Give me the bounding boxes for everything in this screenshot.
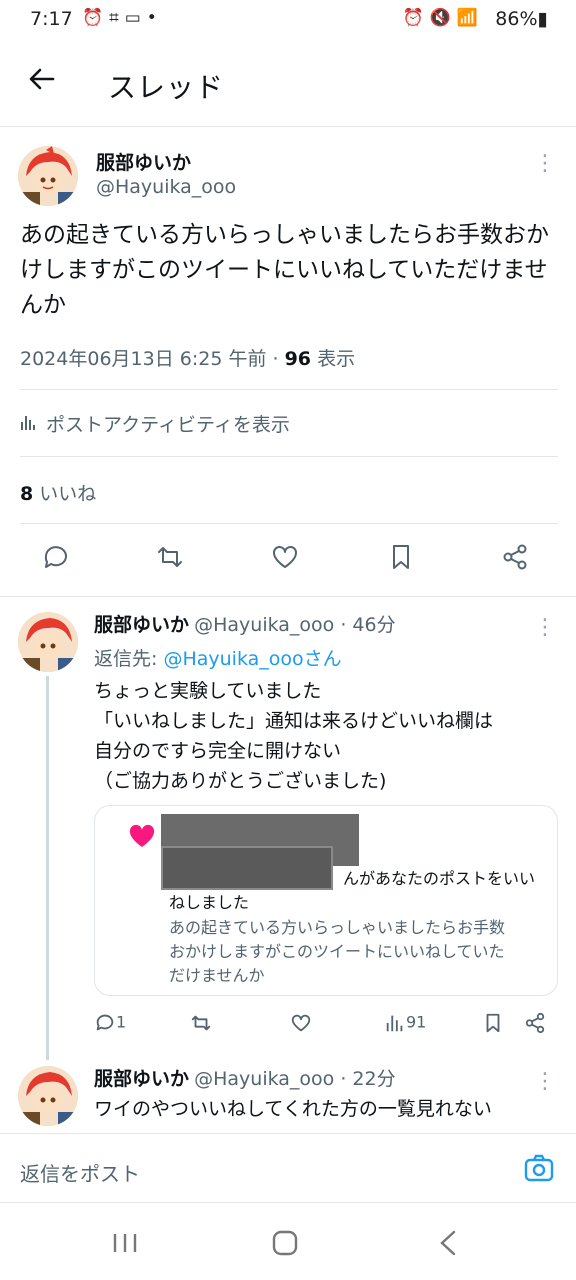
heart-icon xyxy=(129,824,155,852)
author-handle-time[interactable]: @Hayuika_ooo · 22分 xyxy=(194,1068,395,1090)
thread-connector-line xyxy=(46,676,49,1060)
like-icon[interactable] xyxy=(270,542,310,582)
status-bar: 7:17 ⏰⌗▭• ⏰🔇📶 86%▮ xyxy=(0,0,576,42)
post-text: あの起きている方いらっしゃいましたらお手数おかけしますがこのツイートにいいねして… xyxy=(20,222,549,318)
reply-button[interactable]: 1 xyxy=(94,1012,126,1034)
status-left-icons: ⏰⌗▭• xyxy=(82,8,163,28)
author-name[interactable]: 服部ゆいか xyxy=(94,1068,189,1090)
attached-image-card[interactable]: んがあなたのポストをいい ねしました あの起きている方いらっしゃいましたらお手数… xyxy=(94,805,558,996)
divider xyxy=(20,523,558,524)
bookmark-icon[interactable] xyxy=(386,542,426,582)
battery-indicator: 86%▮ xyxy=(495,8,548,30)
reply-header: 服部ゆいか @Hayuika_ooo · 46分 xyxy=(94,610,396,637)
more-options-icon[interactable]: ⋮ xyxy=(534,153,556,175)
author-name[interactable]: 服部ゆいか xyxy=(96,148,191,175)
reply-to-link[interactable]: @Hayuika_oooさん xyxy=(163,648,341,670)
like-icon xyxy=(291,1014,311,1032)
notification-text: ねしました xyxy=(169,893,250,912)
reply-text: ちょっと実験していました 「いいねしました」通知は来るけどいいね欄は 自分のです… xyxy=(94,680,494,792)
back-nav-icon[interactable] xyxy=(438,1230,458,1260)
bookmark-icon xyxy=(486,1013,500,1033)
post-view-label: 表示 xyxy=(311,348,356,370)
more-options-icon[interactable]: ⋮ xyxy=(534,1071,556,1093)
likes-label: いいね xyxy=(33,483,97,505)
share-icon xyxy=(525,1012,545,1034)
replying-to: 返信先: @Hayuika_oooさん xyxy=(94,648,342,670)
post-activity-link[interactable]: ポストアクティビティを表示 xyxy=(20,410,290,437)
post-view-count: 96 xyxy=(284,348,312,370)
post-meta: 2024年06月13日 6:25 午前 · 96 表示 xyxy=(20,344,355,371)
status-time: 7:17 xyxy=(30,8,73,30)
likes-count: 8 xyxy=(20,483,34,505)
like-button[interactable] xyxy=(290,1012,312,1034)
home-icon[interactable] xyxy=(272,1230,298,1260)
reply-icon xyxy=(96,1014,114,1031)
camera-icon[interactable] xyxy=(524,1154,554,1186)
likes-summary[interactable]: 8 いいね xyxy=(20,479,96,506)
divider xyxy=(20,456,558,457)
redacted-block xyxy=(161,846,333,890)
share-button[interactable] xyxy=(524,1012,546,1034)
retweet-icon xyxy=(191,1015,211,1031)
avatar[interactable] xyxy=(18,146,78,206)
share-icon[interactable] xyxy=(500,542,540,582)
retweet-icon[interactable] xyxy=(155,542,195,582)
reply-text: ワイのやついいねしてくれた方の一覧見れない xyxy=(94,1098,492,1120)
more-options-icon[interactable]: ⋮ xyxy=(534,617,556,639)
bar-chart-icon xyxy=(386,1015,403,1032)
bookmark-button[interactable] xyxy=(482,1012,504,1034)
recent-apps-icon[interactable] xyxy=(112,1232,138,1258)
reply-input[interactable]: 返信をポスト xyxy=(20,1158,140,1187)
avatar[interactable] xyxy=(18,612,78,672)
author-handle[interactable]: @Hayuika_ooo xyxy=(96,176,236,198)
android-nav-bar xyxy=(0,1204,576,1280)
divider xyxy=(0,596,576,597)
post-action-bar xyxy=(0,538,576,584)
retweet-button[interactable] xyxy=(190,1012,212,1034)
reply-header: 服部ゆいか @Hayuika_ooo · 22分 xyxy=(94,1064,396,1091)
back-arrow-icon[interactable] xyxy=(22,64,62,104)
page-title: スレッド xyxy=(108,71,225,104)
notification-text: んがあなたのポストをいい xyxy=(343,869,536,888)
status-right-icons: ⏰🔇📶 xyxy=(402,8,484,28)
bar-chart-icon xyxy=(20,413,40,436)
thread-header: スレッド xyxy=(0,42,576,127)
avatar[interactable] xyxy=(18,1066,78,1126)
views-button[interactable]: 91 xyxy=(384,1012,426,1034)
quoted-text: あの起きている方いらっしゃいましたらお手数 おかけしますがこのツイートにいいねし… xyxy=(169,918,506,985)
author-handle-time[interactable]: @Hayuika_ooo · 46分 xyxy=(194,614,395,636)
views-count: 91 xyxy=(406,1012,427,1032)
reply-count: 1 xyxy=(116,1012,127,1032)
activity-label: ポストアクティビティを表示 xyxy=(46,414,290,436)
divider xyxy=(20,389,558,390)
author-name[interactable]: 服部ゆいか xyxy=(94,614,189,636)
post-datetime: 2024年06月13日 6:25 午前 · xyxy=(20,348,285,370)
reply-composer: 返信をポスト xyxy=(0,1133,576,1203)
reply-icon[interactable] xyxy=(40,542,80,582)
